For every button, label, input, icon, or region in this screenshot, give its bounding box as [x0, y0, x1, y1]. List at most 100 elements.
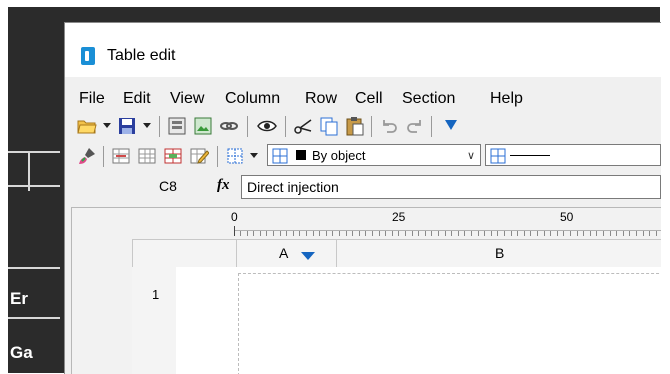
ruler-tick — [478, 231, 479, 236]
column-header-b[interactable]: B — [336, 240, 661, 268]
ruler[interactable]: 0 25 50 — [72, 208, 661, 238]
preview-eye-icon[interactable] — [257, 116, 277, 136]
ruler-tick — [431, 231, 432, 236]
column-label: B — [495, 245, 505, 261]
border-grid-icon[interactable] — [225, 146, 245, 166]
row-header-column: 1 — [132, 267, 177, 374]
insert-row-icon[interactable] — [111, 146, 131, 166]
column-header-row: A B — [132, 239, 661, 269]
ruler-tick — [273, 231, 274, 236]
toolbar-separator — [371, 116, 372, 137]
row-label[interactable]: 1 — [152, 287, 159, 302]
menu-edit[interactable]: Edit — [123, 90, 151, 108]
ruler-tick — [313, 231, 314, 236]
border-style-value: By object — [312, 148, 366, 163]
ruler-tick — [563, 231, 564, 236]
table-cell-grid[interactable] — [238, 273, 661, 374]
ruler-tick — [299, 231, 300, 236]
ruler-mark: 0 — [231, 210, 238, 224]
save-icon[interactable] — [117, 116, 137, 136]
ruler-tick — [306, 231, 307, 236]
cell-reference: C8 — [159, 178, 177, 194]
properties-icon[interactable] — [167, 116, 187, 136]
undo-icon[interactable] — [379, 116, 399, 136]
chevron-down-icon[interactable] — [103, 123, 111, 128]
menu-row[interactable]: Row — [305, 90, 337, 108]
ruler-tick — [590, 231, 591, 236]
formula-bar: C8 fx Direct injection — [65, 173, 661, 203]
ruler-tick — [372, 231, 373, 236]
toolbar-separator — [285, 116, 286, 137]
menu-column[interactable]: Column — [225, 90, 280, 108]
open-folder-icon[interactable] — [77, 116, 97, 136]
menu-help[interactable]: Help — [490, 90, 523, 108]
app-icon — [81, 47, 95, 65]
background-grid-line — [8, 151, 60, 153]
redo-icon[interactable] — [405, 116, 425, 136]
merge-cells-icon[interactable] — [163, 146, 183, 166]
menu-bar: File Edit View Column Row Cell Section H… — [65, 85, 661, 111]
chevron-down-icon[interactable] — [250, 153, 258, 158]
background-cell: Ga — [10, 343, 33, 362]
ruler-tick — [365, 231, 366, 236]
insert-column-icon[interactable] — [137, 146, 157, 166]
ruler-tick — [643, 231, 644, 236]
copy-icon[interactable] — [319, 116, 339, 136]
background-cell: Er — [10, 289, 28, 308]
menu-section[interactable]: Section — [402, 90, 455, 108]
paste-icon[interactable] — [345, 116, 365, 136]
edit-cell-icon[interactable] — [189, 146, 209, 166]
ruler-tick — [451, 231, 452, 236]
main-toolbar — [65, 111, 661, 141]
chevron-down-icon: ∨ — [466, 150, 475, 162]
ruler-tick — [438, 231, 439, 236]
paint-brush-icon[interactable] — [77, 146, 97, 166]
ruler-tick — [458, 231, 459, 236]
border-line-combo[interactable] — [485, 144, 661, 166]
format-toolbar: By object ∨ — [65, 141, 661, 171]
ruler-tick — [504, 231, 505, 236]
ruler-tick — [425, 231, 426, 236]
ruler-tick — [385, 231, 386, 236]
ruler-tick — [511, 231, 512, 236]
ruler-origin-tick — [234, 226, 235, 236]
border-style-combo[interactable]: By object ∨ — [267, 144, 481, 166]
ruler-tick — [247, 231, 248, 236]
fx-icon[interactable]: fx — [217, 177, 230, 194]
ruler-tick — [603, 231, 604, 236]
toolbar-separator — [159, 116, 160, 137]
menu-view[interactable]: View — [170, 90, 204, 108]
ruler-tick — [332, 231, 333, 236]
ruler-tick — [445, 231, 446, 236]
ruler-tick — [623, 231, 624, 236]
ruler-tick — [629, 231, 630, 236]
menu-file[interactable]: File — [79, 90, 105, 108]
link-icon[interactable] — [219, 116, 239, 136]
background-grid-line — [8, 267, 60, 269]
column-resize-arrow-icon[interactable] — [301, 252, 315, 260]
image-icon[interactable] — [193, 116, 213, 136]
cut-scissors-icon[interactable] — [293, 116, 313, 136]
ruler-tick — [636, 231, 637, 236]
ruler-tick — [557, 231, 558, 236]
formula-input[interactable]: Direct injection — [241, 175, 661, 199]
arrow-down-icon[interactable] — [441, 116, 461, 136]
ruler-tick — [405, 231, 406, 236]
ruler-tick — [359, 231, 360, 236]
corner-cell[interactable] — [132, 240, 177, 268]
ruler-tick — [656, 231, 657, 236]
ruler-tick — [524, 231, 525, 236]
ruler-tick — [464, 231, 465, 236]
chevron-down-icon[interactable] — [143, 123, 151, 128]
ruler-tick — [319, 231, 320, 236]
formula-value: Direct injection — [247, 179, 339, 195]
ruler-tick — [266, 231, 267, 236]
column-header-a[interactable]: A — [236, 240, 337, 268]
ruler-tick — [240, 231, 241, 236]
menu-cell[interactable]: Cell — [355, 90, 383, 108]
table-editor: 0 25 50 A B 1 — [71, 207, 661, 374]
table-canvas[interactable] — [176, 267, 661, 374]
toolbar-separator — [217, 146, 218, 167]
ruler-tick — [286, 231, 287, 236]
ruler-tick — [616, 231, 617, 236]
